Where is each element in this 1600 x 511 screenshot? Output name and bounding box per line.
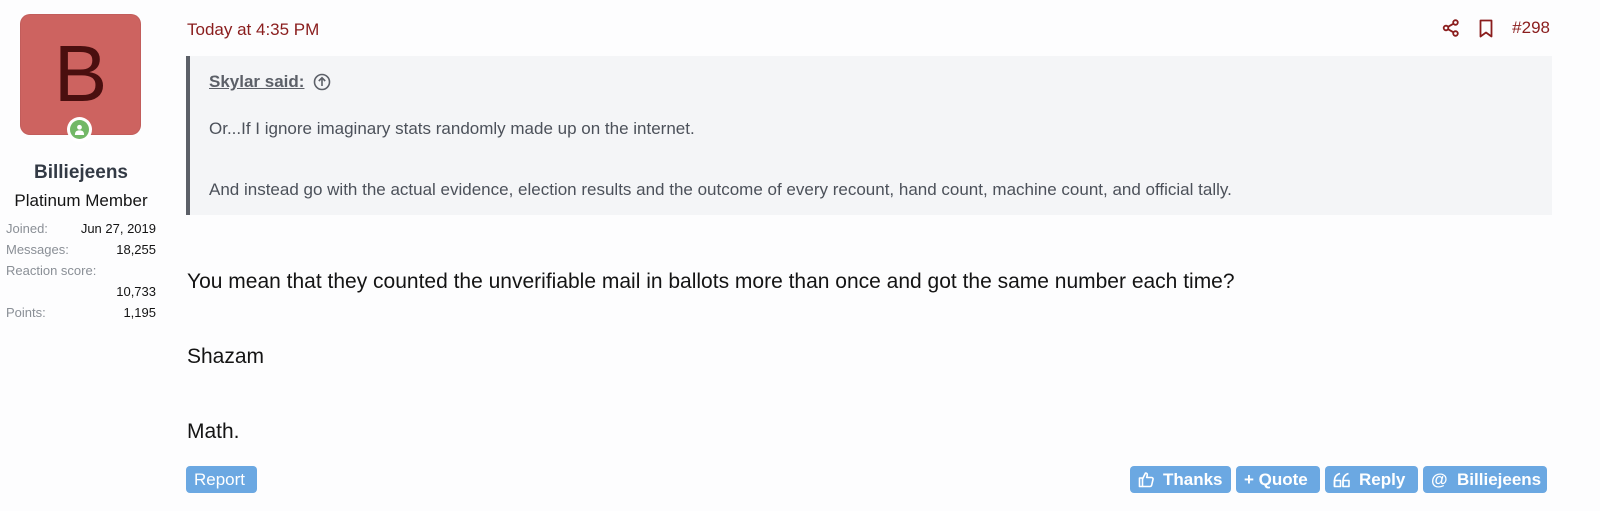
quote-button[interactable]: + Quote: [1236, 466, 1320, 493]
post-number-link[interactable]: #298: [1512, 18, 1550, 38]
report-button[interactable]: Report: [186, 466, 257, 493]
post-body-paragraph: Math.: [187, 420, 240, 443]
bookmark-icon[interactable]: [1478, 19, 1494, 38]
report-label: Report: [194, 469, 246, 489]
reply-label: Reply: [1359, 469, 1406, 489]
user-info-panel: B Billiejeens Platinum Member Joined: Ju…: [0, 0, 170, 511]
stat-value[interactable]: 1,195: [123, 305, 156, 320]
post-body-paragraph: Shazam: [187, 345, 265, 368]
thumbs-up-icon: [1138, 471, 1155, 488]
quote-label: + Quote: [1244, 469, 1308, 489]
arrow-up-circle-icon[interactable]: [313, 73, 331, 91]
stat-value[interactable]: 18,255: [116, 242, 156, 257]
quote-author-label[interactable]: Skylar said:: [209, 72, 304, 92]
share-icon[interactable]: [1442, 19, 1460, 37]
stat-label: Messages:: [6, 242, 69, 257]
stat-label: Points:: [6, 305, 46, 320]
user-title: Platinum Member: [14, 191, 148, 210]
quote-text-line: Or...If I ignore imaginary stats randoml…: [209, 119, 695, 138]
post-header-actions: #298: [1442, 18, 1550, 38]
reply-button[interactable]: Reply: [1325, 466, 1418, 493]
username-link[interactable]: Billiejeens: [0, 162, 162, 184]
thanks-button[interactable]: Thanks: [1130, 466, 1231, 493]
quote-text-line: And instead go with the actual evidence,…: [209, 180, 1232, 199]
stat-value[interactable]: 10,733: [116, 284, 156, 299]
stat-label: Joined:: [6, 221, 48, 236]
quote-block: Skylar said: Or...If I ignore imaginary …: [186, 56, 1552, 215]
mention-label: @ Billiejeens: [1431, 469, 1542, 489]
mention-user-button[interactable]: @ Billiejeens: [1423, 466, 1547, 493]
post-body-paragraph: You mean that they counted the unverifia…: [187, 270, 1235, 293]
quote-author-link[interactable]: Skylar said:: [209, 72, 331, 92]
quote-marks-icon: [1333, 472, 1351, 488]
post-date-link[interactable]: Today at 4:35 PM: [187, 20, 319, 40]
avatar-letter: B: [53, 28, 108, 118]
stat-label: Reaction score:: [6, 263, 97, 278]
online-status-icon: [67, 117, 92, 142]
thanks-label: Thanks: [1163, 469, 1223, 489]
stat-value: Jun 27, 2019: [80, 221, 156, 236]
